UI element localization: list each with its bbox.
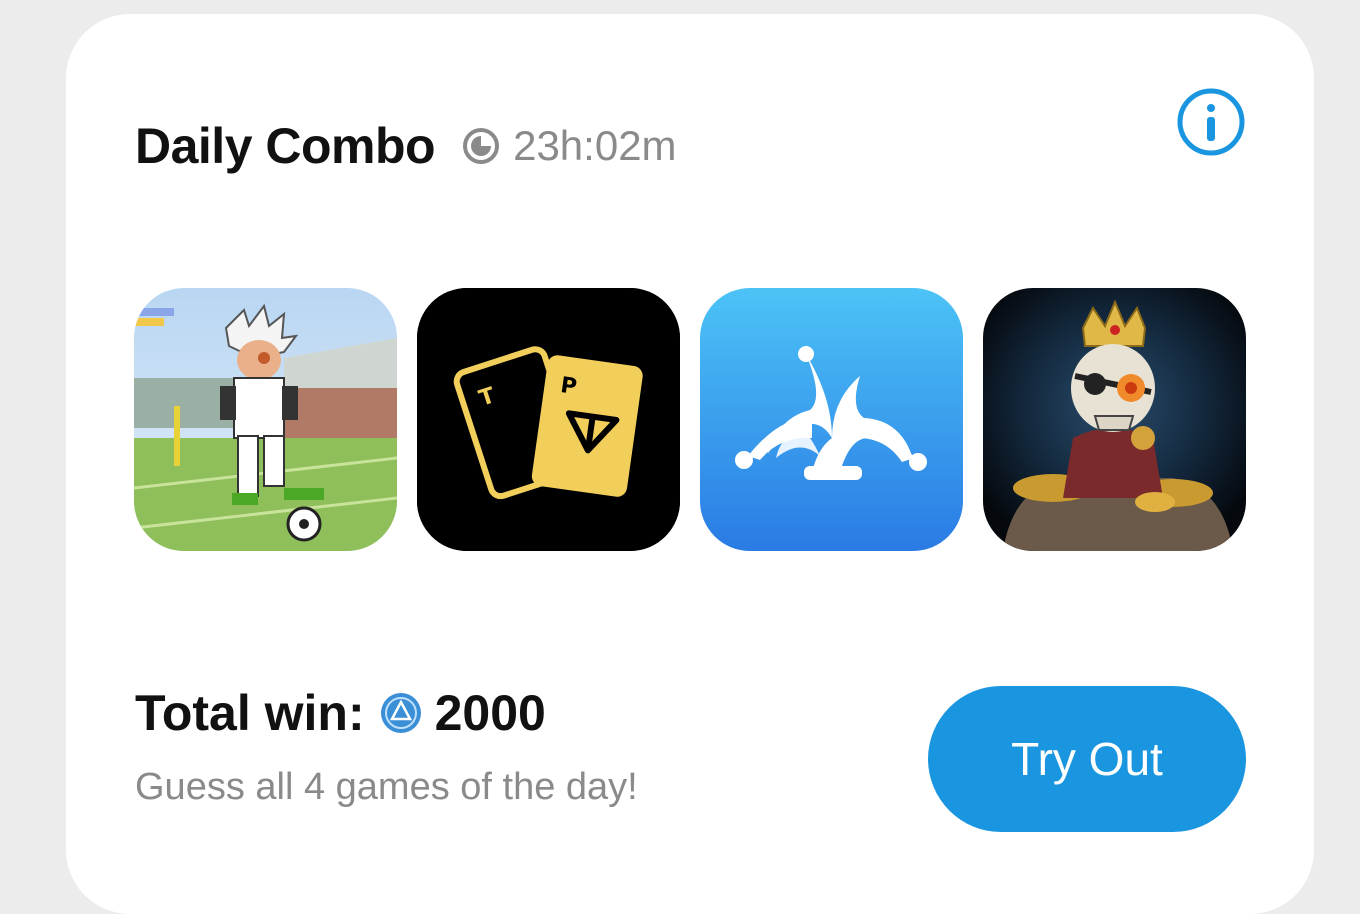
coin-icon — [380, 693, 421, 733]
skeleton-king-game-icon — [983, 288, 1246, 551]
clock-icon — [463, 128, 500, 164]
svg-text:P: P — [559, 373, 578, 400]
game-tile-2[interactable]: T P — [417, 288, 680, 551]
info-icon — [1177, 88, 1245, 156]
info-button[interactable] — [1175, 86, 1247, 158]
total-win: Total win: 2000 — [135, 684, 546, 742]
card-header: Daily Combo 23h:02m — [135, 116, 677, 176]
soccer-game-icon — [134, 288, 397, 551]
games-row: T P — [134, 288, 1246, 551]
timer-text: 23h:02m — [513, 122, 677, 169]
total-win-amount: 2000 — [434, 685, 546, 741]
countdown-timer: 23h:02m — [461, 122, 677, 170]
game-tile-1[interactable] — [134, 288, 397, 551]
tp-cards-game-icon: T P — [417, 288, 680, 551]
card-title: Daily Combo — [135, 118, 436, 174]
combo-description: Guess all 4 games of the day! — [135, 766, 638, 808]
try-out-button[interactable]: Try Out — [928, 686, 1246, 832]
total-win-label: Total win: — [135, 685, 365, 741]
game-tile-4[interactable] — [983, 288, 1246, 551]
jester-hat-game-icon — [700, 288, 963, 551]
game-tile-3[interactable] — [700, 288, 963, 551]
